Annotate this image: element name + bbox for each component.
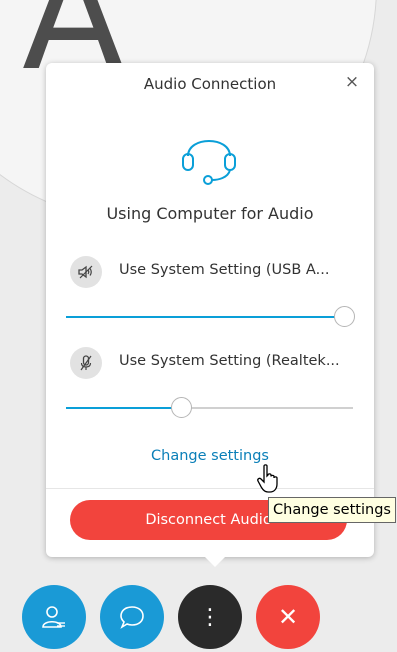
- headset-icon: [182, 140, 236, 185]
- participants-button[interactable]: [22, 585, 86, 649]
- chat-bubble-icon: [120, 606, 144, 629]
- slider-fill: [66, 407, 181, 409]
- more-options-button[interactable]: ⋮: [178, 585, 242, 649]
- audio-connection-dialog: Audio Connection × Using Computer for Au…: [46, 63, 374, 567]
- slider-thumb[interactable]: [334, 306, 355, 327]
- microphone-icon: [70, 347, 102, 379]
- change-settings-link[interactable]: Change settings: [46, 448, 374, 464]
- tooltip: Change settings: [268, 497, 396, 523]
- microphone-device-label: Use System Setting (Realtek...: [119, 353, 340, 369]
- slider-thumb[interactable]: [171, 397, 192, 418]
- participants-icon: [42, 606, 65, 628]
- speaker-icon: [70, 256, 102, 288]
- speaker-device-row[interactable]: Use System Setting (USB A...: [70, 256, 354, 290]
- dialog-title: Audio Connection: [143, 75, 277, 93]
- close-x-icon: ✕: [277, 603, 299, 631]
- microphone-volume-slider[interactable]: [66, 397, 353, 419]
- chat-button[interactable]: [100, 585, 164, 649]
- more-vertical-icon: ⋮: [199, 604, 221, 630]
- slider-fill: [66, 316, 344, 318]
- speaker-volume-slider[interactable]: [66, 306, 355, 328]
- audio-mode-text: Using Computer for Audio: [106, 204, 314, 223]
- microphone-device-row[interactable]: Use System Setting (Realtek...: [70, 347, 354, 381]
- close-icon[interactable]: ×: [344, 74, 360, 91]
- speaker-device-label: Use System Setting (USB A...: [119, 262, 330, 278]
- end-call-button[interactable]: ✕: [256, 585, 320, 649]
- divider: [46, 488, 374, 489]
- hand-pointer-cursor-icon: [257, 464, 278, 493]
